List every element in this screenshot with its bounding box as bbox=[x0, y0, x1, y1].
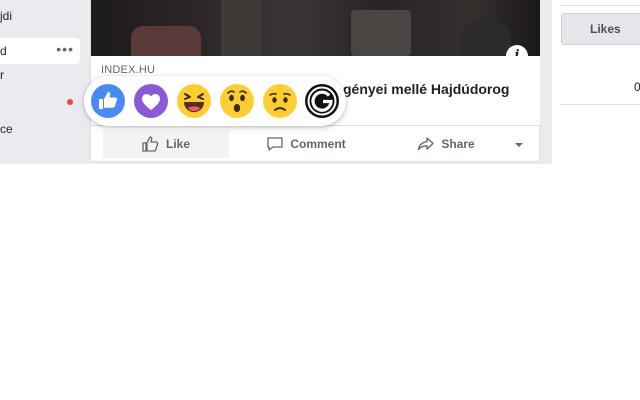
reactions-popup bbox=[84, 76, 346, 126]
like-button[interactable]: Like bbox=[103, 130, 229, 158]
panel-divider bbox=[560, 104, 640, 105]
sidebar-item[interactable]: r bbox=[0, 68, 4, 82]
image-detail bbox=[351, 10, 411, 56]
left-sidebar: jdi d ••• r ce bbox=[0, 0, 80, 164]
like-label: Like bbox=[165, 137, 190, 151]
sad-reaction-icon[interactable] bbox=[262, 83, 298, 119]
post-action-bar: Like Comment Share bbox=[91, 128, 540, 160]
sidebar-item-label: ce bbox=[0, 122, 13, 136]
notification-dot bbox=[67, 99, 73, 105]
viewport: jdi d ••• r ce i INDEX.HU gényei mellé H… bbox=[0, 0, 640, 400]
haha-reaction-icon[interactable] bbox=[176, 83, 212, 119]
likes-tab[interactable]: Likes bbox=[561, 13, 640, 45]
share-icon bbox=[418, 137, 434, 151]
likes-count: 0 bbox=[634, 80, 640, 94]
sidebar-item[interactable]: jdi bbox=[0, 9, 12, 23]
panel-divider bbox=[560, 0, 640, 6]
link-title[interactable]: gényei mellé Hajdúdorog bbox=[343, 81, 509, 97]
chevron-down-icon[interactable] bbox=[509, 138, 529, 152]
share-label: Share bbox=[441, 137, 475, 151]
comment-button[interactable]: Comment bbox=[243, 130, 369, 158]
sidebar-item-label: jdi bbox=[0, 9, 13, 23]
sidebar-item[interactable]: ce bbox=[0, 122, 13, 136]
sidebar-item-selected[interactable]: d ••• bbox=[0, 38, 80, 64]
wow-reaction-icon[interactable] bbox=[219, 83, 255, 119]
like-reaction-icon[interactable] bbox=[90, 83, 126, 119]
image-detail bbox=[461, 20, 511, 56]
g-logo-reaction-icon[interactable] bbox=[304, 83, 340, 119]
comment-label: Comment bbox=[290, 137, 346, 151]
love-reaction-icon[interactable] bbox=[133, 83, 169, 119]
comment-icon bbox=[267, 137, 283, 151]
sidebar-item-label: d bbox=[0, 44, 7, 58]
right-panel: Likes 0 bbox=[552, 0, 640, 164]
more-options-icon[interactable]: ••• bbox=[56, 41, 74, 57]
sidebar-item-label: r bbox=[0, 68, 4, 82]
image-detail bbox=[221, 0, 261, 56]
share-button[interactable]: Share bbox=[383, 130, 509, 158]
link-preview-image[interactable] bbox=[91, 0, 540, 56]
image-detail bbox=[131, 26, 201, 56]
thumbs-up-icon bbox=[142, 136, 159, 152]
link-domain: INDEX.HU bbox=[101, 64, 156, 76]
